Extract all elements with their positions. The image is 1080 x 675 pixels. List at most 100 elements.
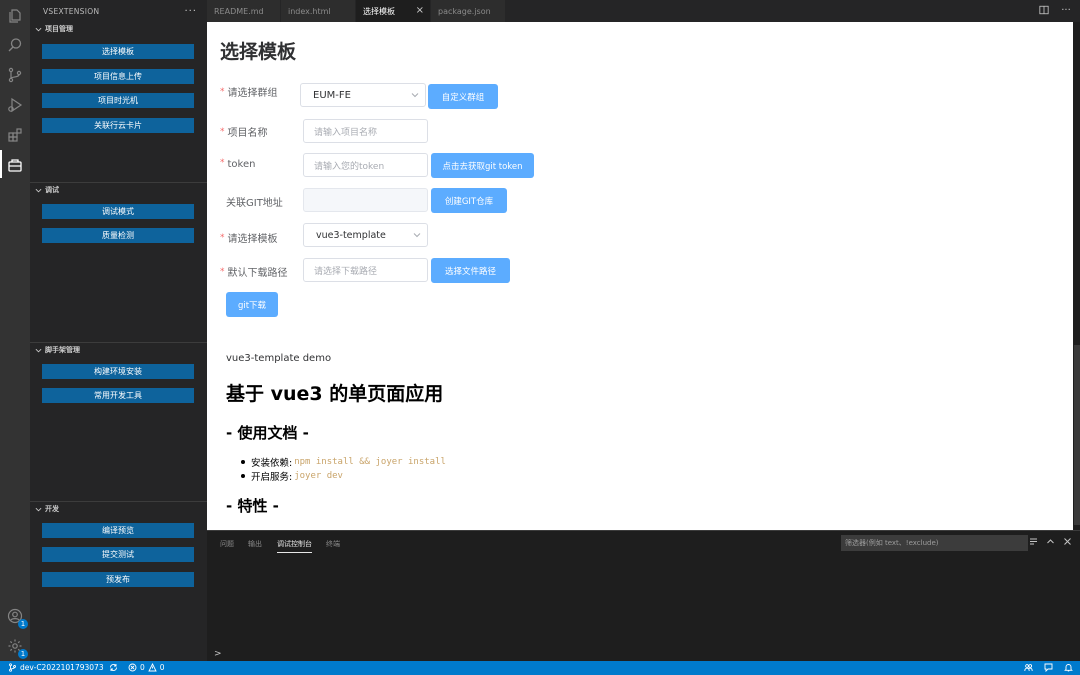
section-project-management: 项目管理 选择模板 项目信息上传 项目时光机 关联行云卡片 [30, 22, 207, 182]
custom-group-button[interactable]: 自定义群组 [428, 84, 498, 109]
section-develop: 开发 编译预览 提交测试 预发布 [30, 502, 207, 661]
git-address-input [303, 188, 428, 212]
submit-test-button[interactable]: 提交测试 [42, 547, 194, 562]
webview-panel: 选择模板 * 请选择群组 EUM-FE 自定义群组 * 项目名称 请输入项目名称 *… [207, 22, 1073, 530]
tab-package-json[interactable]: package.json [431, 0, 506, 22]
list-item-code: joyer dev [294, 471, 343, 481]
get-git-token-button[interactable]: 点击去获取git token [431, 153, 534, 178]
sidebar-header: VSEXTENSION ··· [30, 0, 207, 22]
branch-indicator[interactable]: dev-C2022101793073 [8, 663, 104, 672]
run-debug-icon[interactable] [6, 96, 24, 114]
readme-docs-heading: - 使用文档 - [226, 424, 309, 442]
placeholder: 请输入项目名称 [314, 127, 378, 138]
source-control-icon[interactable] [6, 66, 24, 84]
list-item-label: 安装依赖: [251, 458, 293, 469]
build-env-install-button[interactable]: 构建环境安装 [42, 364, 194, 379]
close-icon[interactable]: × [416, 5, 424, 16]
quality-check-button[interactable]: 质量检测 [42, 228, 194, 243]
group-select-value: EUM-FE [313, 89, 351, 101]
files-icon[interactable] [6, 7, 24, 25]
placeholder: 请选择下载路径 [314, 266, 378, 277]
problems-indicator[interactable]: 0 0 [128, 663, 165, 672]
tab-index-html[interactable]: index.html [281, 0, 356, 22]
section-title: 开发 [45, 505, 59, 513]
search-icon[interactable] [6, 36, 24, 54]
download-path-input[interactable]: 请选择下载路径 [303, 258, 428, 282]
chevron-down-icon [34, 186, 42, 194]
tab-readme[interactable]: README.md [207, 0, 281, 22]
debug-mode-button[interactable]: 调试模式 [42, 204, 194, 219]
scrollbar-thumb[interactable] [1074, 345, 1080, 525]
account-icon[interactable]: 1 [6, 607, 28, 629]
notifications-icon[interactable] [1064, 663, 1073, 672]
close-icon[interactable] [1063, 537, 1072, 546]
clear-console-icon[interactable] [1029, 537, 1038, 546]
list-item-code: npm install && joyer install [294, 457, 446, 467]
bullet [241, 460, 245, 464]
group-select[interactable]: EUM-FE [300, 83, 426, 107]
tab-output[interactable]: 输出 [248, 539, 262, 549]
select-file-path-button[interactable]: 选择文件路径 [431, 258, 510, 283]
sync-icon[interactable] [109, 663, 118, 672]
status-bar: dev-C2022101793073 0 0 [0, 661, 1080, 675]
list-item-label: 开启服务: [251, 472, 293, 483]
create-git-repo-button[interactable]: 创建GIT仓库 [431, 188, 507, 213]
more-actions-icon[interactable]: ··· [1060, 4, 1072, 16]
section-header[interactable]: 项目管理 [30, 22, 207, 36]
git-download-button[interactable]: git下载 [226, 292, 278, 317]
section-header[interactable]: 开发 [30, 502, 207, 516]
template-select[interactable]: vue3-template [303, 223, 428, 247]
chevron-down-icon [413, 231, 421, 239]
project-info-upload-button[interactable]: 项目信息上传 [42, 69, 194, 84]
tab-problems[interactable]: 问题 [220, 539, 234, 549]
tab-label: package.json [438, 6, 491, 16]
link-card-button[interactable]: 关联行云卡片 [42, 118, 194, 133]
split-editor-icon[interactable] [1038, 4, 1050, 16]
compile-preview-button[interactable]: 编译预览 [42, 523, 194, 538]
tab-terminal[interactable]: 终端 [326, 539, 340, 549]
vsextension-icon[interactable] [6, 156, 24, 174]
extensions-icon[interactable] [6, 126, 24, 144]
account-badge: 1 [18, 619, 28, 629]
project-name-label: * 项目名称 [220, 127, 268, 139]
readme-features-heading: - 特性 - [226, 497, 279, 515]
vscode-window: 1 1 VSEXTENSION ··· 项目管理 选择模板 项目信息上传 项目时… [0, 0, 1080, 675]
chevron-up-icon[interactable] [1046, 537, 1055, 546]
section-header[interactable]: 脚手架管理 [30, 343, 207, 357]
template-label: * 请选择模板 [220, 233, 278, 245]
tab-label: 选择模板 [363, 6, 395, 16]
bullet [241, 474, 245, 478]
list-item: 开启服务: joyer dev [241, 469, 343, 483]
page-title: 选择模板 [220, 41, 297, 63]
filter-input[interactable]: 筛选器(例如 text、!exclude) [841, 535, 1028, 551]
project-name-input[interactable]: 请输入项目名称 [303, 119, 428, 143]
select-template-button[interactable]: 选择模板 [42, 44, 194, 59]
placeholder: 筛选器(例如 text、!exclude) [845, 539, 939, 547]
pre-release-button[interactable]: 预发布 [42, 572, 194, 587]
active-indicator [0, 150, 2, 178]
readme-demo-label: vue3-template demo [226, 353, 332, 364]
tab-select-template[interactable]: 选择模板 × [356, 0, 431, 22]
section-title: 脚手架管理 [45, 346, 80, 354]
feedback-icon[interactable] [1044, 663, 1053, 672]
list-item: 安装依赖: npm install && joyer install [241, 455, 446, 469]
settings-icon[interactable]: 1 [6, 637, 28, 659]
console-prompt[interactable]: > [214, 649, 222, 659]
project-time-machine-button[interactable]: 项目时光机 [42, 93, 194, 108]
token-input[interactable]: 请输入您的token [303, 153, 428, 177]
editor-tabs: README.md index.html 选择模板 × package.json… [207, 0, 1080, 22]
warning-icon [148, 663, 157, 672]
more-actions-icon[interactable]: ··· [184, 6, 197, 17]
dev-tools-button[interactable]: 常用开发工具 [42, 388, 194, 403]
chevron-down-icon [34, 505, 42, 513]
section-title: 调试 [45, 186, 59, 194]
branch-name: dev-C2022101793073 [20, 663, 104, 672]
section-scaffold: 脚手架管理 构建环境安装 常用开发工具 [30, 343, 207, 501]
section-title: 项目管理 [45, 25, 73, 33]
settings-badge: 1 [18, 649, 28, 659]
live-share-icon[interactable] [1024, 663, 1033, 672]
error-count: 0 [140, 663, 145, 672]
section-header[interactable]: 调试 [30, 183, 207, 197]
tab-debug-console[interactable]: 调试控制台 [277, 539, 312, 553]
git-branch-icon [9, 663, 16, 672]
